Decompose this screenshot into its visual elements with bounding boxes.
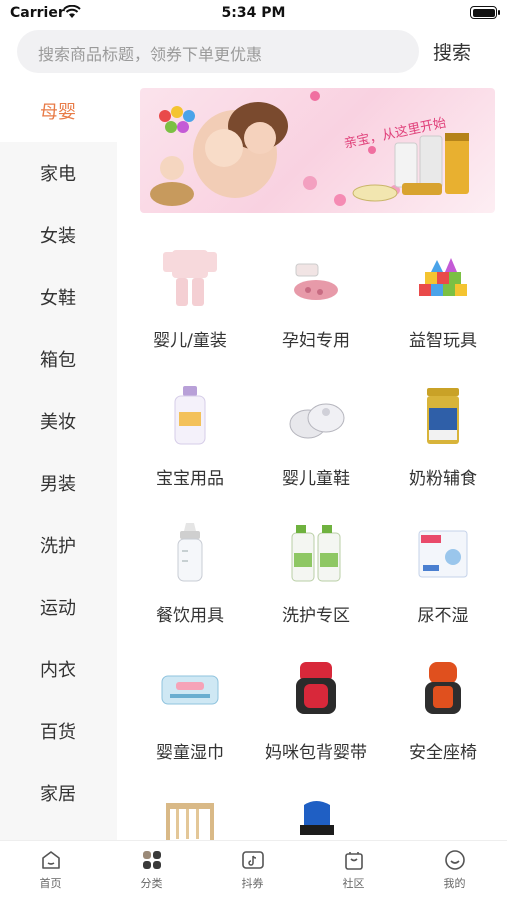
sidebar-item-muying[interactable]: 母婴 xyxy=(0,80,117,142)
tab-community[interactable]: 社区 xyxy=(303,849,404,899)
tab-label: 抖券 xyxy=(241,877,264,890)
baby-lotion-image xyxy=(174,386,206,445)
category-baby-bottle[interactable]: 餐饮用具 xyxy=(127,521,253,651)
category-wet-wipes[interactable]: 婴童湿巾 xyxy=(127,658,253,788)
category-detergent[interactable]: 洗护专区 xyxy=(253,521,379,651)
tab-label: 社区 xyxy=(342,877,365,890)
baby-shoes-image xyxy=(289,403,345,439)
douyin-coupon-icon xyxy=(241,851,264,869)
category-baby-shoes[interactable]: 婴儿童鞋 xyxy=(253,384,379,514)
category-label: 益智玩具 xyxy=(409,331,477,351)
bottom-tab-bar: 首页 分类 抖券 社区 我的 xyxy=(0,840,507,900)
detergent-image xyxy=(291,525,341,582)
sidebar-item-xihu[interactable]: 洗护 xyxy=(0,514,117,576)
diapers-image xyxy=(418,530,468,578)
clock: 5:34 PM xyxy=(221,5,286,21)
category-label: 宝宝用品 xyxy=(156,469,224,489)
tab-profile[interactable]: 我的 xyxy=(404,849,505,899)
status-bar: Carrier 5:34 PM xyxy=(0,0,507,28)
wet-wipes-image xyxy=(161,675,219,705)
car-seat-image xyxy=(425,662,461,714)
category-crib[interactable] xyxy=(127,795,253,840)
sidebar-item-nvzhuang[interactable]: 女装 xyxy=(0,204,117,266)
category-car-seat[interactable]: 安全座椅 xyxy=(380,658,506,788)
category-label: 孕妇专用 xyxy=(282,331,350,351)
category-label: 安全座椅 xyxy=(409,743,477,763)
category-label: 婴儿童鞋 xyxy=(282,469,350,489)
baby-clothes-image xyxy=(163,250,217,306)
sidebar-item-neiyi[interactable]: 内衣 xyxy=(0,638,117,700)
category-label: 婴儿/童装 xyxy=(153,331,227,351)
mother-baby-banner-image: 亲宝，从这里开始 xyxy=(150,91,469,206)
category-label: 洗护专区 xyxy=(282,606,350,626)
category-icon xyxy=(142,851,161,869)
tab-label: 首页 xyxy=(39,877,62,890)
search-input[interactable]: 搜索商品标题，领券下单更优惠 xyxy=(17,30,419,73)
category-label: 尿不湿 xyxy=(417,606,469,626)
community-icon xyxy=(344,852,363,870)
sidebar-item-baihuo[interactable]: 百货 xyxy=(0,700,117,762)
category-label: 妈咪包背婴带 xyxy=(265,743,367,763)
sidebar-item-nanzhuang[interactable]: 男装 xyxy=(0,452,117,514)
tab-label: 我的 xyxy=(443,877,466,890)
toy-blocks-image xyxy=(419,258,467,296)
category-baby-carrier[interactable]: 妈咪包背婴带 xyxy=(253,658,379,788)
sidebar-item-meizhuang[interactable]: 美妆 xyxy=(0,390,117,452)
milk-powder-image xyxy=(427,388,459,444)
category-diapers[interactable]: 尿不湿 xyxy=(380,521,506,651)
baby-carrier-image xyxy=(296,662,336,714)
category-baby-lotion[interactable]: 宝宝用品 xyxy=(127,384,253,514)
category-label: 奶粉辅食 xyxy=(409,469,477,489)
profile-icon xyxy=(444,850,465,870)
sidebar-item-jiadian[interactable]: 家电 xyxy=(0,142,117,204)
category-label: 餐饮用具 xyxy=(156,606,224,626)
sidebar-item-xiangbao[interactable]: 箱包 xyxy=(0,328,117,390)
baby-bottle-image xyxy=(177,523,203,582)
crib-image xyxy=(166,803,214,840)
category-sidebar: 母婴 家电 女装 女鞋 箱包 美妆 男装 洗护 运动 内衣 百货 家居 xyxy=(0,80,117,840)
search-button[interactable]: 搜索 xyxy=(433,38,471,65)
category-baby-clothes[interactable]: 婴儿/童装 xyxy=(127,246,253,376)
tab-douyin-coupon[interactable]: 抖券 xyxy=(202,849,303,899)
maternity-image xyxy=(294,263,338,300)
sidebar-item-nvxie[interactable]: 女鞋 xyxy=(0,266,117,328)
promo-banner[interactable]: 亲宝，从这里开始 xyxy=(140,88,495,213)
category-label: 婴童湿巾 xyxy=(156,743,224,763)
category-milk-powder[interactable]: 奶粉辅食 xyxy=(380,384,506,514)
stroller-image xyxy=(300,801,334,835)
sidebar-item-yundong[interactable]: 运动 xyxy=(0,576,117,638)
category-maternity[interactable]: 孕妇专用 xyxy=(253,246,379,376)
tab-home[interactable]: 首页 xyxy=(0,849,101,899)
tab-label: 分类 xyxy=(140,877,163,890)
tab-category[interactable]: 分类 xyxy=(101,849,202,899)
category-stroller[interactable] xyxy=(253,795,379,840)
category-toy-blocks[interactable]: 益智玩具 xyxy=(380,246,506,376)
search-placeholder: 搜索商品标题，领券下单更优惠 xyxy=(38,45,263,64)
sidebar-item-jiaju[interactable]: 家居 xyxy=(0,762,117,824)
battery-icon xyxy=(470,6,500,19)
home-icon xyxy=(41,851,60,869)
